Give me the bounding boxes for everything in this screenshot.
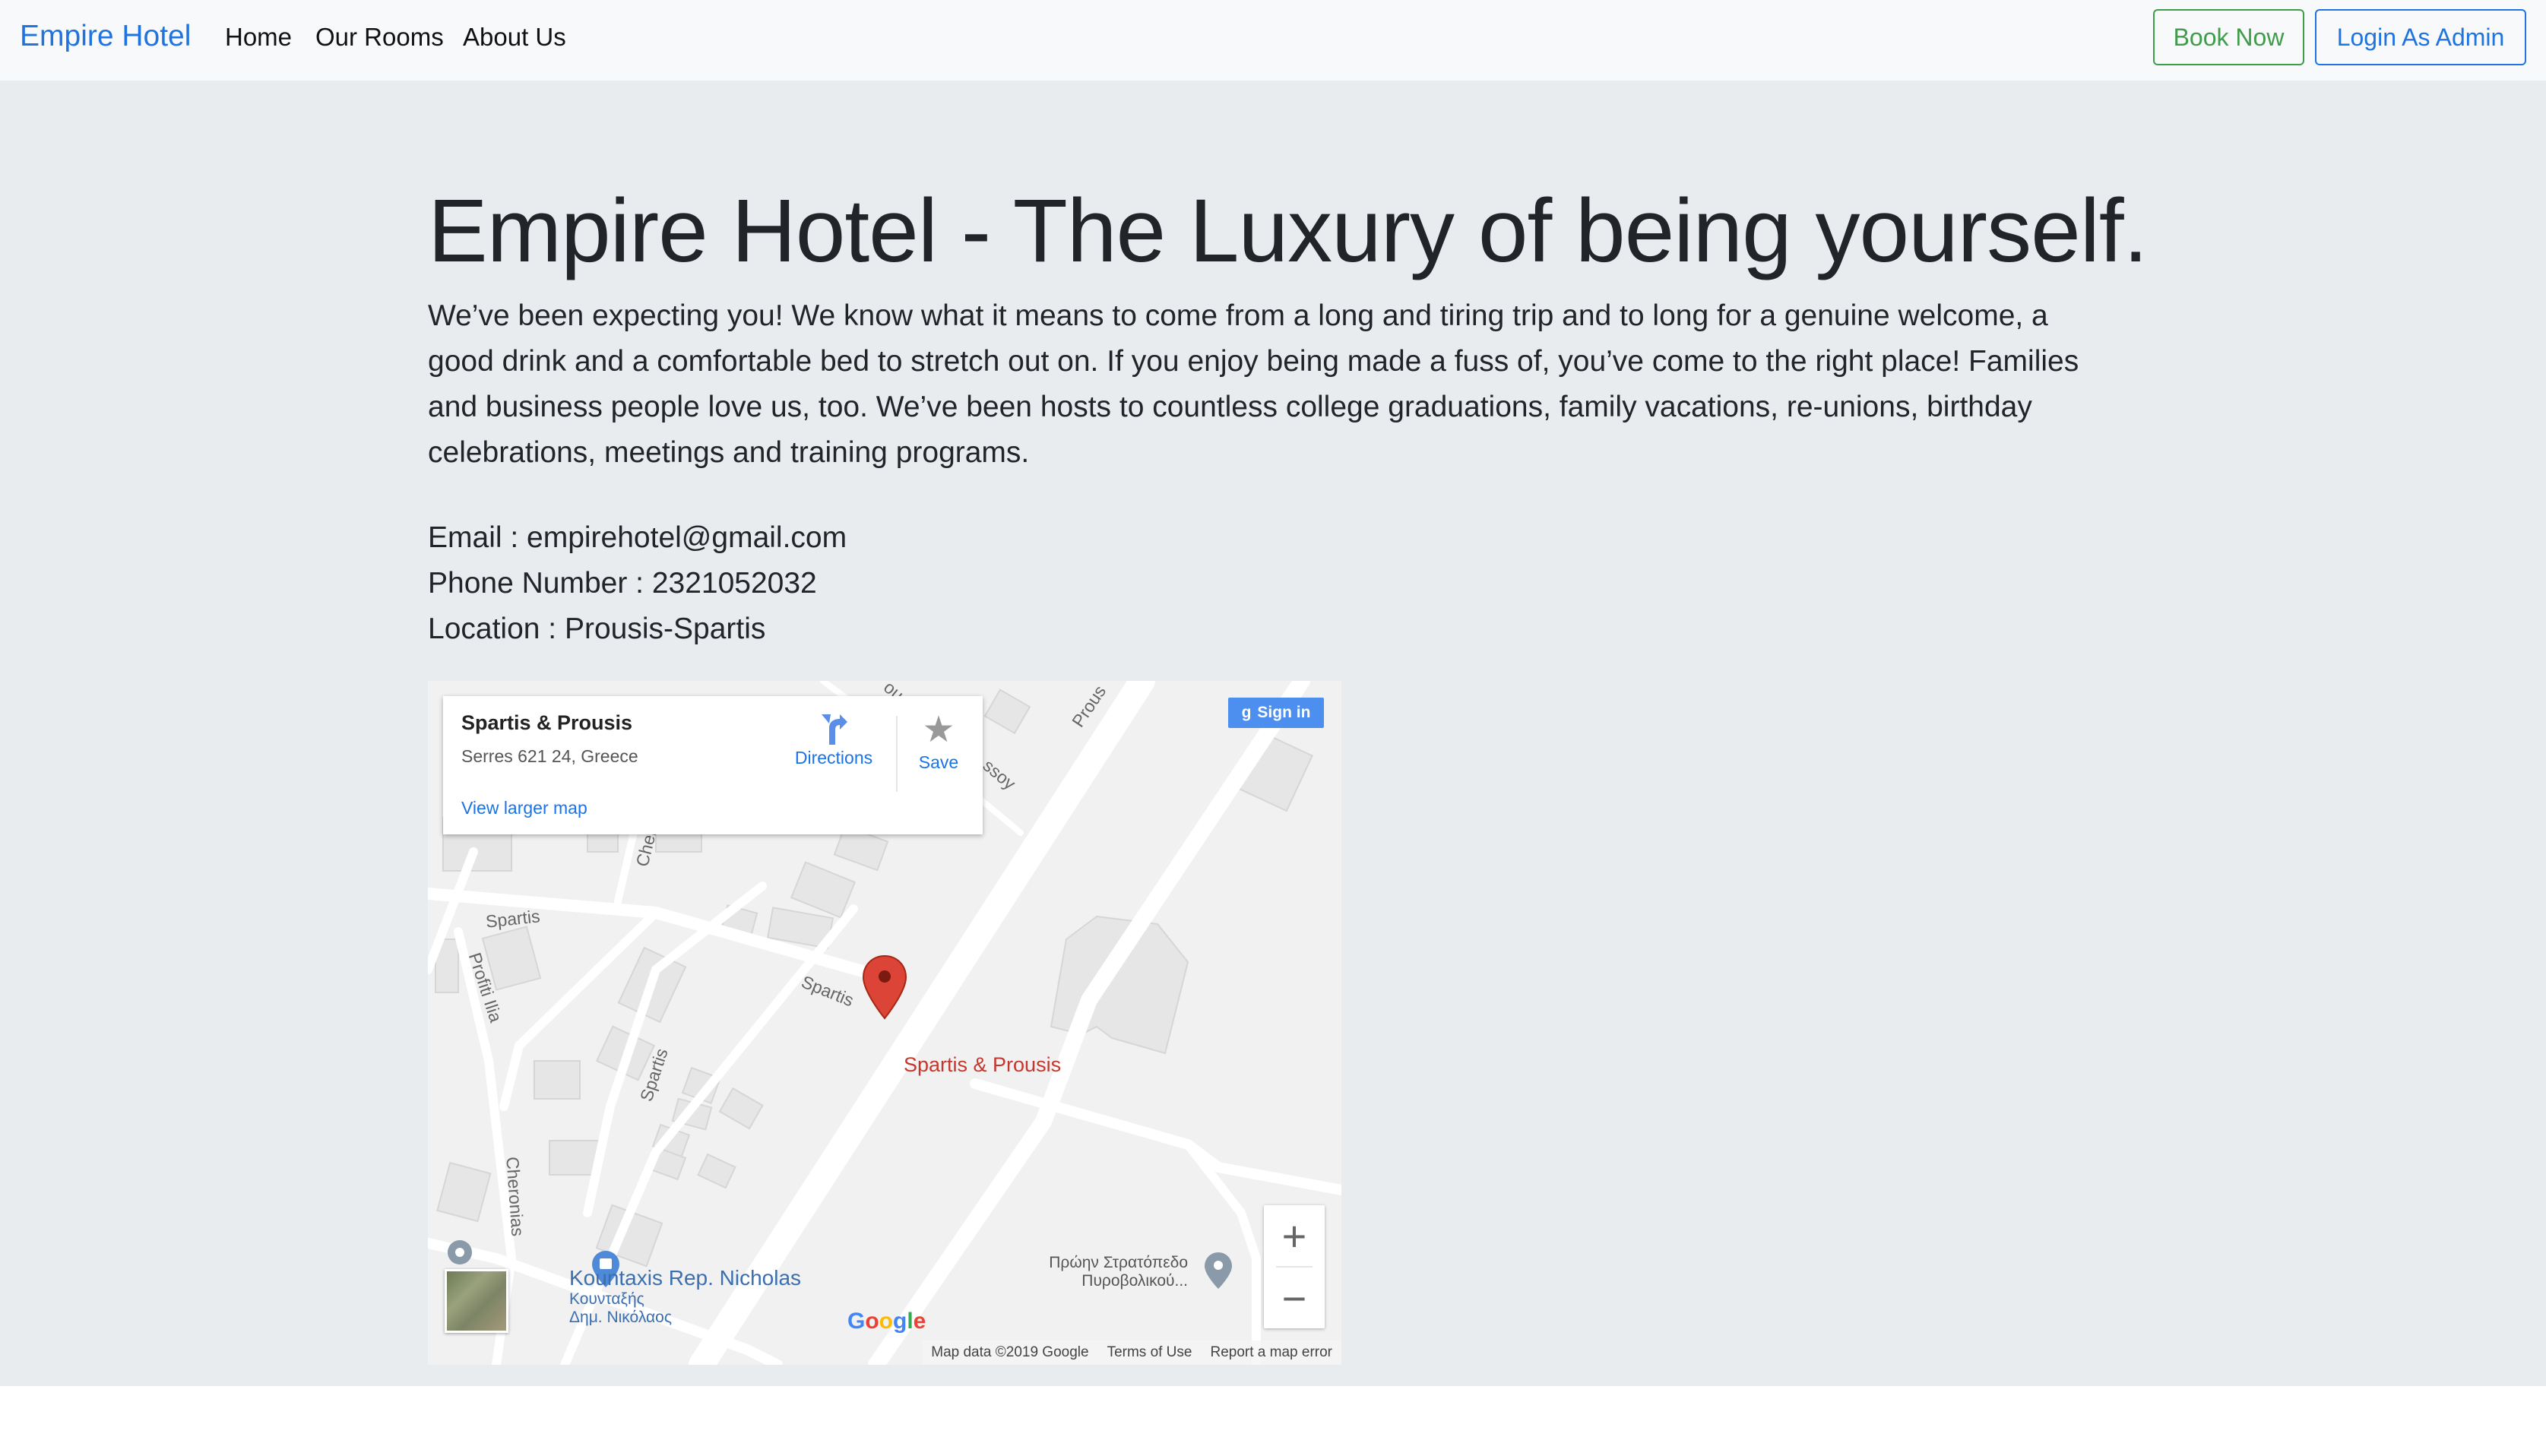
poi-name[interactable]: Kountaxis Rep. Nicholas bbox=[569, 1266, 801, 1290]
star-icon: ★ bbox=[922, 710, 955, 750]
sign-in-label: Sign in bbox=[1257, 704, 1311, 721]
google-logo: Google bbox=[847, 1309, 926, 1334]
brand-link[interactable]: Empire Hotel bbox=[20, 20, 191, 53]
embedded-map[interactable]: Spartis Spartis Spartis Profiti Ilia Che… bbox=[428, 681, 1341, 1365]
directions-label: Directions bbox=[794, 748, 873, 768]
poi-camp-label[interactable]: Πρώην Στρατόπεδο Πυροβολικού... bbox=[960, 1254, 1188, 1290]
pin-label: Spartis & Prousis bbox=[904, 1053, 1062, 1076]
report-map-error-link[interactable]: Report a map error bbox=[1201, 1344, 1341, 1361]
save-label: Save bbox=[918, 752, 959, 772]
contact-location: Location : Prousis-Spartis bbox=[428, 612, 766, 645]
nav-link-our-rooms[interactable]: Our Rooms bbox=[315, 23, 444, 52]
view-larger-map-link[interactable]: View larger map bbox=[461, 798, 587, 818]
navbar: Empire Hotel Home Our Rooms About Us Boo… bbox=[0, 0, 2546, 81]
title-hotel-name: Empire Hotel bbox=[428, 181, 938, 281]
map-data-credit: Map data ©2019 Google bbox=[931, 1344, 1089, 1360]
card-divider bbox=[896, 716, 898, 792]
google-g-icon: g bbox=[1241, 704, 1252, 721]
directions-button[interactable]: Directions bbox=[791, 711, 876, 768]
login-admin-button[interactable]: Login As Admin bbox=[2315, 9, 2526, 65]
terms-of-use-link[interactable]: Terms of Use bbox=[1098, 1344, 1202, 1361]
poi-camp-line1: Πρώην Στρατόπεδο bbox=[1049, 1254, 1188, 1271]
zoom-controls: + − bbox=[1264, 1205, 1325, 1328]
directions-icon bbox=[822, 714, 847, 745]
title-tagline: - The Luxury of being yourself. bbox=[937, 181, 2149, 281]
poi-camp-line2: Πυροβολικού... bbox=[1081, 1272, 1188, 1290]
map-attribution-bar: Map data ©2019 Google Terms of Use Repor… bbox=[922, 1340, 1341, 1365]
intro-paragraph: We’ve been expecting you! We know what i… bbox=[428, 299, 2079, 469]
map-sign-in-button[interactable]: g Sign in bbox=[1228, 698, 1324, 728]
nav-link-about-us[interactable]: About Us bbox=[463, 23, 566, 52]
poi-greek-name: Δημ. Νικόλαος bbox=[569, 1309, 672, 1326]
place-name: Spartis & Prousis bbox=[461, 711, 633, 734]
page-title: Empire Hotel - The Luxury of being yours… bbox=[428, 179, 2149, 283]
contact-phone: Phone Number : 2321052032 bbox=[428, 567, 817, 600]
poi-marker-small-icon[interactable] bbox=[448, 1240, 472, 1265]
poi-greek-name: Κουνταξής bbox=[569, 1290, 644, 1308]
place-info-card: Spartis & Prousis Serres 621 24, Greece … bbox=[443, 696, 983, 834]
hero-section: Empire Hotel - The Luxury of being yours… bbox=[0, 81, 2546, 1386]
place-address: Serres 621 24, Greece bbox=[461, 746, 638, 766]
book-now-button[interactable]: Book Now bbox=[2153, 9, 2304, 65]
satellite-toggle-button[interactable] bbox=[445, 1269, 508, 1333]
contact-email: Email : empirehotel@gmail.com bbox=[428, 521, 847, 554]
zoom-out-button[interactable]: − bbox=[1264, 1268, 1325, 1328]
zoom-in-button[interactable]: + bbox=[1264, 1205, 1325, 1266]
save-button[interactable]: ★ Save bbox=[908, 711, 969, 773]
nav-link-home[interactable]: Home bbox=[225, 23, 292, 52]
